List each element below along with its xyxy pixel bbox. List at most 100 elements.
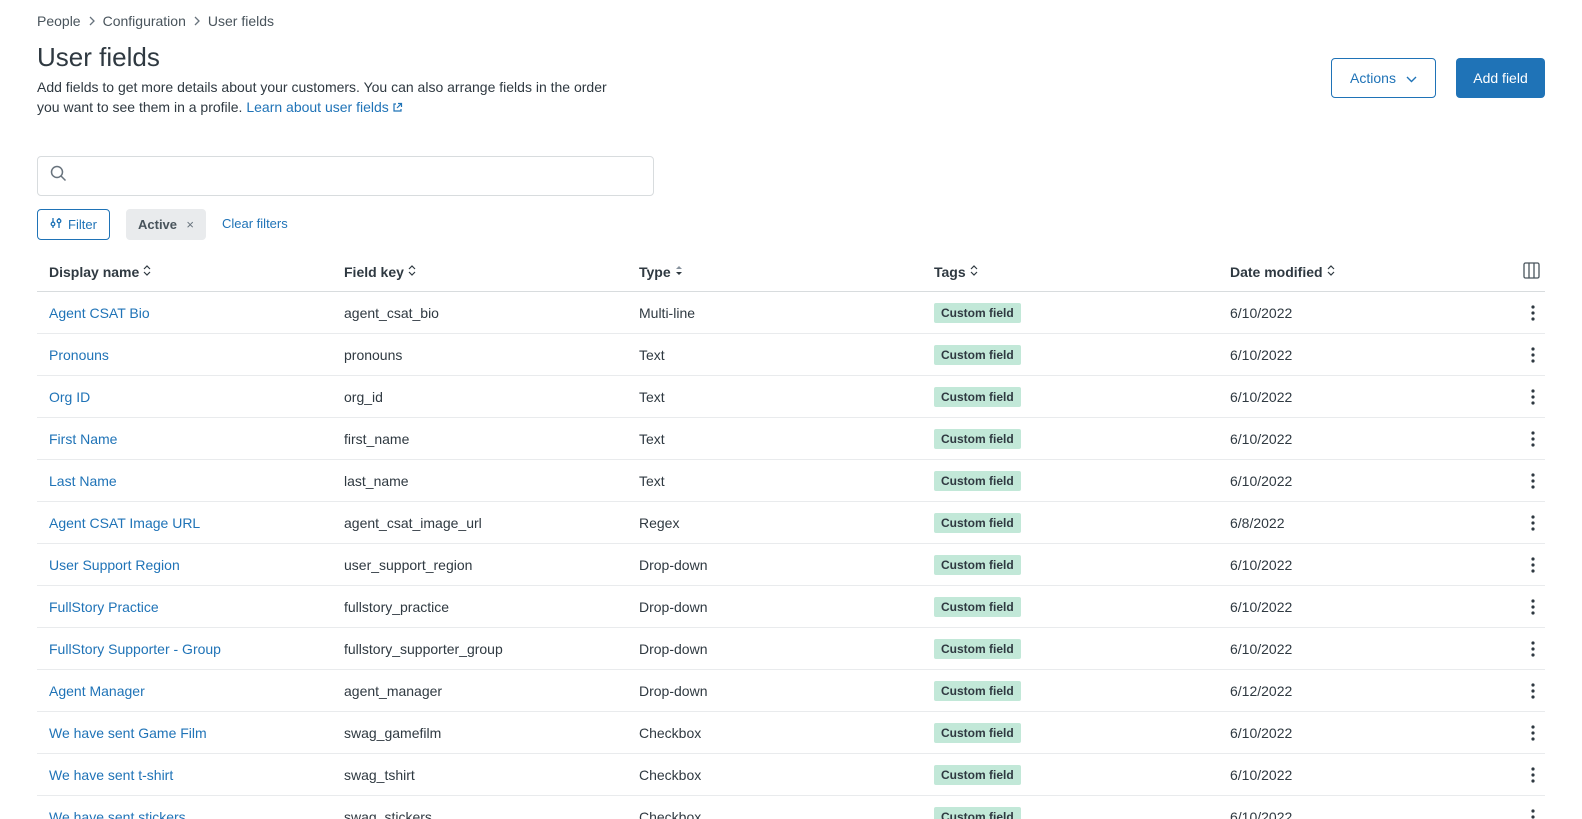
field-key: agent_csat_image_url xyxy=(344,514,482,531)
table-row[interactable]: User Support Region user_support_region Dr… xyxy=(37,544,1545,586)
table-row[interactable]: FullStory Practice fullstory_practice Drop… xyxy=(37,586,1545,628)
table-row[interactable]: Agent CSAT Bio agent_csat_bio Multi-line Cu… xyxy=(37,292,1545,334)
display-name-link[interactable]: Pronouns xyxy=(49,347,109,363)
column-header-date-modified[interactable]: Date modified xyxy=(1230,264,1335,280)
field-key: swag_gamefilm xyxy=(344,724,442,741)
field-key: last_name xyxy=(344,472,409,489)
date-modified: 6/8/2022 xyxy=(1230,514,1285,531)
field-key: first_name xyxy=(344,430,410,447)
date-modified: 6/10/2022 xyxy=(1230,304,1293,321)
column-header-type[interactable]: Type xyxy=(639,264,683,280)
actions-button[interactable]: Actions xyxy=(1331,58,1436,98)
date-modified: 6/10/2022 xyxy=(1230,430,1293,447)
table-row[interactable]: We have sent t-shirt swag_tshirt Checkbox C… xyxy=(37,754,1545,796)
overflow-menu-icon[interactable] xyxy=(1531,640,1535,657)
column-label: Field key xyxy=(344,263,404,280)
display-name-link[interactable]: Agent CSAT Bio xyxy=(49,305,150,321)
display-name-link[interactable]: We have sent stickers xyxy=(49,809,186,819)
columns-icon[interactable] xyxy=(1523,262,1540,284)
add-field-button[interactable]: Add field xyxy=(1456,58,1545,98)
field-type: Checkbox xyxy=(639,808,702,819)
overflow-menu-icon[interactable] xyxy=(1531,808,1535,819)
sort-icon xyxy=(143,264,151,280)
clear-filters-link[interactable]: Clear filters xyxy=(222,216,288,231)
breadcrumb-configuration[interactable]: Configuration xyxy=(103,13,186,29)
display-name-link[interactable]: We have sent Game Film xyxy=(49,725,207,741)
overflow-menu-icon[interactable] xyxy=(1531,304,1535,321)
date-modified: 6/10/2022 xyxy=(1230,598,1293,615)
display-name-link[interactable]: First Name xyxy=(49,431,117,447)
display-name-link[interactable]: Agent CSAT Image URL xyxy=(49,515,200,531)
column-header-field-key[interactable]: Field key xyxy=(344,264,416,280)
table-row[interactable]: Agent Manager agent_manager Drop-down Custo… xyxy=(37,670,1545,712)
overflow-menu-icon[interactable] xyxy=(1531,388,1535,405)
overflow-menu-icon[interactable] xyxy=(1531,766,1535,783)
date-modified: 6/10/2022 xyxy=(1230,556,1293,573)
field-key: swag_tshirt xyxy=(344,766,415,783)
display-name-link[interactable]: User Support Region xyxy=(49,557,180,573)
overflow-menu-icon[interactable] xyxy=(1531,514,1535,531)
display-name-link[interactable]: FullStory Supporter - Group xyxy=(49,641,221,657)
field-key: agent_manager xyxy=(344,682,443,699)
breadcrumb: People Configuration User fields xyxy=(37,13,274,29)
overflow-menu-icon[interactable] xyxy=(1531,598,1535,615)
display-name-link[interactable]: Agent Manager xyxy=(49,683,145,699)
table-row[interactable]: Pronouns pronouns Text Custom field 6/10/202… xyxy=(37,334,1545,376)
field-type: Drop-down xyxy=(639,640,708,657)
filter-button[interactable]: Filter xyxy=(37,209,110,240)
column-label: Date modified xyxy=(1230,263,1323,280)
tag-badge: Custom field xyxy=(934,806,1021,819)
tag-cell: Custom field xyxy=(934,638,1021,659)
table-row[interactable]: First Name first_name Text Custom field 6/10… xyxy=(37,418,1545,460)
overflow-menu-icon[interactable] xyxy=(1531,556,1535,573)
tag-cell: Custom field xyxy=(934,302,1021,323)
table-row[interactable]: FullStory Supporter - Group fullstory_sup… xyxy=(37,628,1545,670)
breadcrumb-people[interactable]: People xyxy=(37,13,81,29)
display-name-link[interactable]: We have sent t-shirt xyxy=(49,767,173,783)
breadcrumb-user-fields: User fields xyxy=(207,13,275,29)
table-row[interactable]: Org ID org_id Text Custom field 6/10/2022 xyxy=(37,376,1545,418)
column-header-tags[interactable]: Tags xyxy=(934,264,978,280)
field-type: Drop-down xyxy=(639,598,708,615)
field-type: Text xyxy=(639,346,665,363)
table-row[interactable]: We have sent stickers swag_stickers Checkb… xyxy=(37,796,1545,819)
field-type: Multi-line xyxy=(639,304,696,321)
field-key: user_support_region xyxy=(344,556,473,573)
chevron-right-icon xyxy=(88,16,96,26)
external-link-icon xyxy=(392,98,403,118)
learn-about-user-fields-link[interactable]: Learn about user fields xyxy=(246,99,402,115)
table-row[interactable]: We have sent Game Film swag_gamefilm Check… xyxy=(37,712,1545,754)
tag-badge: Custom field xyxy=(934,470,1021,491)
overflow-menu-icon[interactable] xyxy=(1531,724,1535,741)
table-row[interactable]: Last Name last_name Text Custom field 6/10/2… xyxy=(37,460,1545,502)
search-input[interactable] xyxy=(77,157,653,195)
column-label: Display name xyxy=(49,263,140,280)
chevron-right-icon xyxy=(193,16,201,26)
tag-cell: Custom field xyxy=(934,596,1021,617)
date-modified: 6/10/2022 xyxy=(1230,346,1293,363)
table-body: Agent CSAT Bio agent_csat_bio Multi-line Cu… xyxy=(37,292,1545,819)
overflow-menu-icon[interactable] xyxy=(1531,472,1535,489)
tag-badge: Custom field xyxy=(934,554,1021,575)
user-fields-table: Display name Field key Type Tags Date mo… xyxy=(37,252,1545,819)
display-name-link[interactable]: FullStory Practice xyxy=(49,599,159,615)
overflow-menu-icon[interactable] xyxy=(1531,346,1535,363)
display-name-link[interactable]: Org ID xyxy=(49,389,90,405)
date-modified: 6/10/2022 xyxy=(1230,724,1293,741)
tag-cell: Custom field xyxy=(934,428,1021,449)
display-name-link[interactable]: Last Name xyxy=(49,473,117,489)
tag-badge: Custom field xyxy=(934,764,1021,785)
filter-sliders-icon xyxy=(50,217,62,232)
tag-badge: Custom field xyxy=(934,722,1021,743)
tag-cell: Custom field xyxy=(934,344,1021,365)
field-type: Checkbox xyxy=(639,724,702,741)
overflow-menu-icon[interactable] xyxy=(1531,682,1535,699)
table-row[interactable]: Agent CSAT Image URL agent_csat_image_url… xyxy=(37,502,1545,544)
tag-badge: Custom field xyxy=(934,596,1021,617)
column-header-display-name[interactable]: Display name xyxy=(49,264,151,280)
tag-cell: Custom field xyxy=(934,554,1021,575)
close-icon[interactable]: × xyxy=(186,217,194,232)
overflow-menu-icon[interactable] xyxy=(1531,430,1535,447)
field-key: swag_stickers xyxy=(344,808,432,819)
page-description: Add fields to get more details about you… xyxy=(37,77,607,118)
